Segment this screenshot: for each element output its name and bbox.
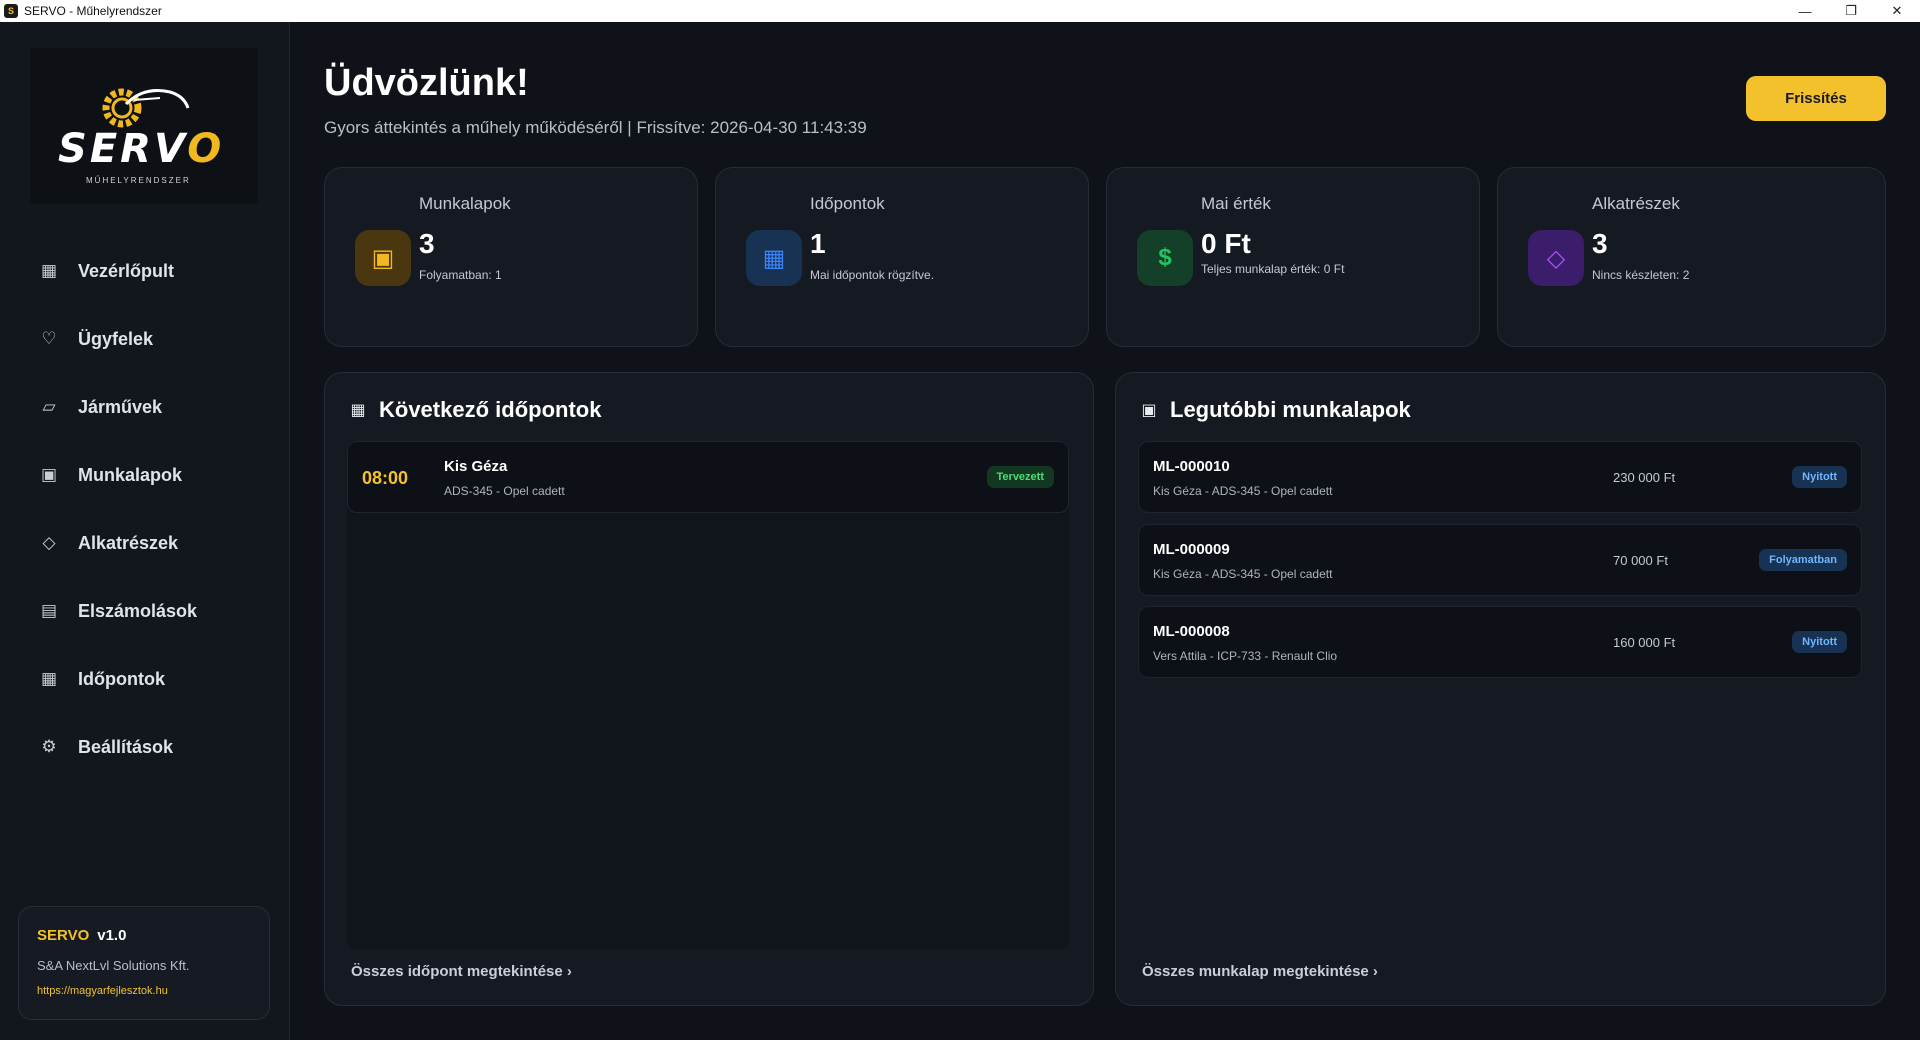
close-icon[interactable]: ✕ (1874, 0, 1920, 22)
appointment-vehicle: ADS-345 - Opel cadett (444, 484, 565, 498)
worksheet-detail: Kis Géza - ADS-345 - Opel cadett (1153, 484, 1333, 498)
sidebar-item-label: Alkatrészek (78, 532, 179, 553)
stat-card-mai-ertek: Mai érték $ 0 Ft Teljes munkalap érték: … (1106, 167, 1480, 347)
dollar-icon: $ (1137, 230, 1193, 286)
view-all-appointments-link[interactable]: Összes időpont megtekintése › (351, 963, 572, 980)
logo-subtitle: MŰHELYRENDSZER (86, 176, 191, 185)
stat-value: 1 (810, 228, 826, 259)
calendar-icon: ▦ (40, 669, 58, 688)
stat-desc: Mai időpontok rögzítve. (810, 268, 935, 282)
logo: SERVO MŰHELYRENDSZER (30, 48, 258, 204)
stat-title: Időpontok (810, 194, 885, 213)
stat-value: 0 Ft (1201, 228, 1251, 259)
worksheet-icon: ▣ (40, 465, 58, 484)
sidebar-item-label: Vezérlőpult (78, 260, 175, 281)
stat-value: 3 (419, 228, 435, 259)
version-card: SERVO v1.0 S&A NextLvl Solutions Kft. htt… (18, 906, 270, 1020)
sidebar-item-label: Elszámolások (78, 600, 198, 621)
view-all-worksheets-link[interactable]: Összes munkalap megtekintése › (1142, 963, 1378, 980)
stat-desc: Folyamatban: 1 (419, 268, 502, 282)
upcoming-appointments-panel: ▦ Következő időpontok 08:00 Kis Géza ADS… (324, 372, 1094, 1006)
refresh-button[interactable]: Frissítés (1746, 76, 1886, 121)
worksheet-amount: 230 000 Ft (1613, 470, 1676, 485)
sidebar-item-ugyfelek[interactable]: ♡ Ügyfelek (0, 314, 290, 364)
sidebar: SERVO MŰHELYRENDSZER ▦ Vezérlőpult ♡ Ügy… (0, 22, 290, 1040)
ledger-icon: ▤ (40, 601, 58, 620)
stat-title: Munkalapok (419, 194, 511, 213)
worksheet-amount: 160 000 Ft (1613, 635, 1676, 650)
stat-card-alkatreszek: Alkatrészek ◇ 3 Nincs készleten: 2 (1497, 167, 1886, 347)
worksheet-id: ML-000009 (1153, 541, 1230, 558)
sidebar-item-label: Járművek (78, 396, 163, 417)
status-badge: Nyitott (1792, 466, 1847, 488)
sidebar-item-jarmuvek[interactable]: ▱ Járművek (0, 382, 290, 432)
status-badge: Folyamatban (1759, 549, 1847, 571)
appointment-row[interactable]: 08:00 Kis Géza ADS-345 - Opel cadett Ter… (347, 441, 1069, 513)
page-subtitle: Gyors áttekintés a műhely működéséről | … (324, 118, 867, 137)
sidebar-item-munkalapok[interactable]: ▣ Munkalapok (0, 450, 290, 500)
worksheet-row[interactable]: ML-000008 Vers Attila - ICP-733 - Renaul… (1138, 606, 1862, 678)
worksheet-id: ML-000008 (1153, 623, 1230, 640)
worksheet-id: ML-000010 (1153, 458, 1230, 475)
sidebar-item-label: Munkalapok (78, 464, 183, 485)
worksheet-row[interactable]: ML-000010 Kis Géza - ADS-345 - Opel cade… (1138, 441, 1862, 513)
calendar-icon: ▦ (350, 402, 366, 419)
stat-value: 3 (1592, 228, 1608, 259)
diamond-icon: ◇ (42, 533, 56, 552)
stat-title: Mai érték (1201, 194, 1271, 213)
stat-card-munkalapok: Munkalapok ▣ 3 Folyamatban: 1 (324, 167, 698, 347)
page-title: Üdvözlünk! (324, 62, 529, 104)
gear-icon: ⚙ (41, 737, 57, 756)
appointment-customer: Kis Géza (444, 458, 508, 475)
sidebar-item-elszamolasok[interactable]: ▤ Elszámolások (0, 586, 290, 636)
sidebar-item-vezerlopult[interactable]: ▦ Vezérlőpult (0, 246, 290, 296)
worksheet-icon: ▣ (355, 230, 411, 286)
app-icon: S (4, 4, 18, 18)
restore-icon[interactable]: ❐ (1828, 0, 1874, 22)
worksheet-detail: Vers Attila - ICP-733 - Renault Clio (1153, 649, 1338, 663)
calendar-icon: ▦ (746, 230, 802, 286)
diamond-icon: ◇ (1528, 230, 1584, 286)
sidebar-item-idopontok[interactable]: ▦ Időpontok (0, 654, 290, 704)
stat-title: Alkatrészek (1592, 194, 1680, 213)
sidebar-item-label: Időpontok (78, 668, 165, 689)
stat-card-idopontok: Időpontok ▦ 1 Mai időpontok rögzítve. (715, 167, 1089, 347)
appointment-time: 08:00 (362, 468, 409, 488)
grid-icon: ▦ (40, 261, 58, 280)
logo-text: SERVO (58, 126, 225, 172)
panel-title: Legutóbbi munkalapok (1170, 397, 1411, 422)
sidebar-item-label: Beállítások (78, 736, 174, 757)
window-titlebar: S SERVO - Műhelyrendszer — ❐ ✕ (0, 0, 1920, 22)
status-badge: Nyitott (1792, 631, 1847, 653)
sidebar-item-label: Ügyfelek (78, 328, 154, 349)
heart-icon: ♡ (41, 329, 57, 348)
company-link[interactable]: https://magyarfejlesztok.hu (37, 985, 251, 997)
stat-desc: Nincs készleten: 2 (1592, 268, 1690, 282)
worksheet-amount: 70 000 Ft (1613, 553, 1668, 568)
status-badge: Tervezett (986, 466, 1054, 488)
panel-title: Következő időpontok (379, 397, 602, 422)
company-name: S&A NextLvl Solutions Kft. (37, 958, 190, 973)
sidebar-item-alkatreszek[interactable]: ◇ Alkatrészek (0, 518, 290, 568)
recent-worksheets-panel: ▣ Legutóbbi munkalapok ML-000010 Kis Géz… (1115, 372, 1886, 1006)
car-icon: ▱ (42, 397, 56, 416)
stat-desc: Teljes munkalap érték: 0 Ft (1201, 262, 1345, 276)
worksheet-detail: Kis Géza - ADS-345 - Opel cadett (1153, 567, 1333, 581)
minimize-icon[interactable]: — (1782, 0, 1828, 22)
worksheet-row[interactable]: ML-000009 Kis Géza - ADS-345 - Opel cade… (1138, 524, 1862, 596)
worksheet-icon: ▣ (1141, 402, 1157, 419)
sidebar-item-beallitasok[interactable]: ⚙ Beállítások (0, 722, 290, 772)
version-number: v1.0 (97, 927, 127, 944)
appointment-list: 08:00 Kis Géza ADS-345 - Opel cadett Ter… (347, 441, 1069, 949)
window-title: SERVO - Műhelyrendszer (24, 4, 162, 18)
version-name: SERVO (37, 927, 90, 944)
